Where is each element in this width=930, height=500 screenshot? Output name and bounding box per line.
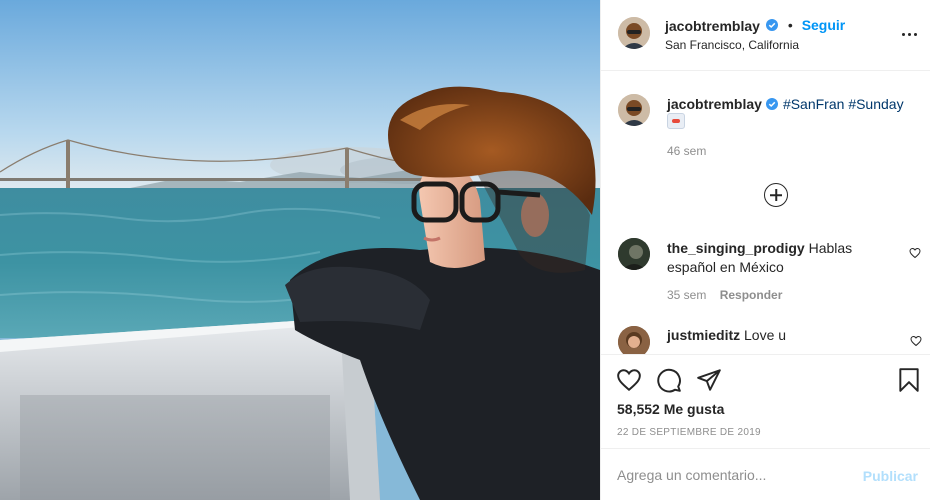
follow-separator: • — [787, 17, 793, 33]
likes-count[interactable]: 58,552 Me gusta — [617, 401, 724, 417]
avatar-image — [618, 238, 650, 270]
avatar-image — [618, 94, 650, 126]
verified-badge-icon — [765, 98, 778, 110]
heart-icon[interactable] — [910, 335, 922, 347]
hashtag-sunday[interactable]: #Sunday — [848, 96, 903, 112]
comment-text: justmieditz Love u — [667, 327, 786, 343]
author-avatar[interactable] — [618, 17, 650, 49]
caption-timestamp[interactable]: 46 sem — [667, 144, 706, 158]
avatar-image — [618, 326, 650, 354]
commenter-avatar[interactable] — [618, 326, 650, 354]
plus-circle-icon[interactable] — [764, 183, 788, 207]
post-photo[interactable] — [0, 0, 600, 500]
bookmark-icon[interactable] — [896, 367, 922, 393]
reply-button[interactable]: Responder — [720, 288, 783, 302]
flag-emoji-icon — [667, 113, 685, 129]
caption-avatar[interactable] — [618, 94, 650, 126]
caption-username[interactable]: jacobtremblay — [667, 96, 762, 112]
caption-text: jacobtremblay #SanFran #Sunday — [667, 95, 917, 113]
heart-icon[interactable] — [909, 247, 921, 259]
comment-input[interactable] — [617, 465, 857, 485]
commenter-username[interactable]: the_singing_prodigy — [667, 240, 805, 256]
share-icon[interactable] — [696, 367, 722, 393]
post-side-panel: jacobtremblay • Seguir San Francisco, Ca… — [600, 0, 930, 500]
heart-icon[interactable] — [616, 367, 642, 393]
hashtag-sanfran[interactable]: #SanFran — [783, 96, 844, 112]
comment-body: Love u — [744, 327, 787, 343]
avatar-image — [618, 17, 650, 49]
post-actions: 58,552 Me gusta 22 DE SEPTIEMBRE DE 2019 — [601, 354, 930, 448]
more-options-icon[interactable] — [901, 24, 919, 44]
add-comment-form: Publicar — [601, 448, 930, 500]
comment-meta: 35 sem Responder — [667, 288, 782, 302]
post-header: jacobtremblay • Seguir San Francisco, Ca… — [601, 0, 930, 71]
comment-icon[interactable] — [656, 367, 682, 393]
commenter-avatar[interactable] — [618, 238, 650, 270]
post-modal: jacobtremblay • Seguir San Francisco, Ca… — [0, 0, 930, 500]
author-username[interactable]: jacobtremblay — [665, 18, 760, 34]
comment-text: the_singing_prodigy Hablas español en Mé… — [667, 239, 887, 277]
comment-timestamp[interactable]: 35 sem — [667, 288, 706, 302]
publish-button[interactable]: Publicar — [863, 468, 918, 484]
verified-badge-icon — [766, 19, 778, 31]
follow-area: • Seguir — [766, 17, 846, 33]
photo-boy-bay-bridge — [0, 0, 600, 500]
comment-item: justmieditz Love u — [601, 320, 930, 354]
post-location[interactable]: San Francisco, California — [665, 38, 799, 52]
commenter-username[interactable]: justmieditz — [667, 327, 740, 343]
post-date[interactable]: 22 DE SEPTIEMBRE DE 2019 — [617, 427, 761, 438]
follow-button[interactable]: Seguir — [802, 17, 846, 33]
